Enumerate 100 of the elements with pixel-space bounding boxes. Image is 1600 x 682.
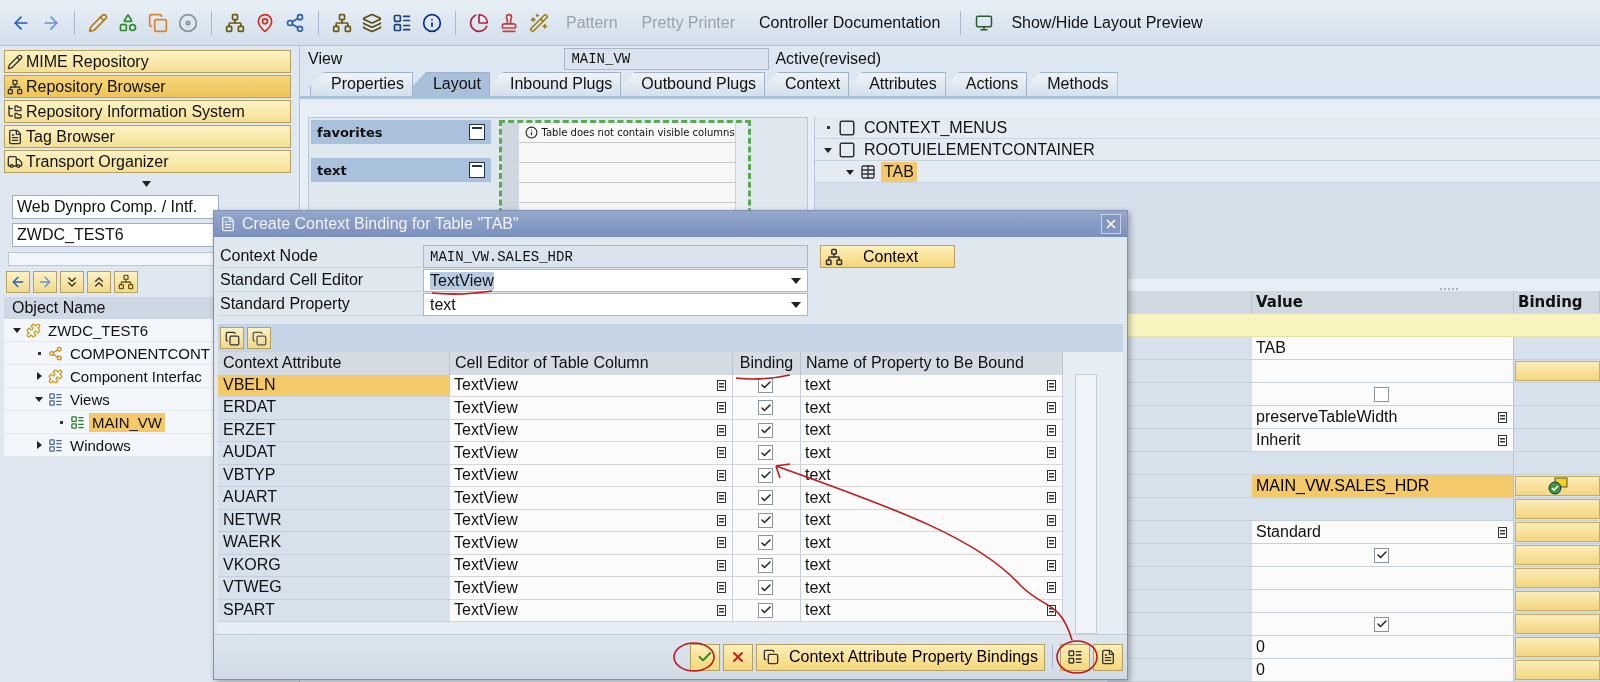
dropdown-icon[interactable]: [1498, 434, 1507, 446]
property-value-cell[interactable]: [1252, 452, 1514, 475]
tree-item[interactable]: Views: [67, 389, 113, 409]
dropdown-icon[interactable]: [717, 424, 726, 436]
dropdown-icon[interactable]: [1047, 582, 1056, 594]
tab[interactable]: Layout: [411, 72, 490, 96]
toolbar-button[interactable]: Show/Hide Layout Preview: [1003, 13, 1211, 32]
dropdown-icon[interactable]: [1047, 559, 1056, 571]
binding-checkbox[interactable]: [758, 400, 773, 416]
select-all-icon[interactable]: [220, 327, 244, 349]
binding-checkbox[interactable]: [758, 602, 773, 618]
property-value-cell[interactable]: [1252, 498, 1514, 521]
editor-dropdown[interactable]: TextView: [450, 554, 733, 577]
toolbar-button[interactable]: Controller Documentation: [750, 13, 949, 32]
property-dropdown[interactable]: text: [801, 532, 1063, 555]
property-dropdown[interactable]: text: [801, 397, 1063, 420]
dropdown-icon[interactable]: [1047, 492, 1056, 504]
property-value-cell[interactable]: [1252, 567, 1514, 590]
tree-item[interactable]: MAIN_VW: [89, 412, 165, 432]
pencil-icon[interactable]: [87, 11, 109, 34]
editor-dropdown[interactable]: TextView: [450, 374, 733, 397]
property-value-cell[interactable]: 0: [1252, 659, 1514, 682]
dropdown-icon[interactable]: [1047, 379, 1056, 391]
dropdown-icon[interactable]: [1047, 514, 1056, 526]
attribute-cell[interactable]: VBTYP: [218, 464, 450, 487]
hierarchy-icon[interactable]: [224, 11, 246, 34]
dropdown-icon[interactable]: [1047, 447, 1056, 459]
attribute-cell[interactable]: ERZET: [218, 419, 450, 442]
dropdown-icon[interactable]: [1047, 604, 1056, 616]
expand-all-icon[interactable]: [60, 271, 84, 293]
attribute-cell[interactable]: ERDAT: [218, 397, 450, 420]
property-value-cell[interactable]: [1252, 613, 1514, 636]
collapse-icon[interactable]: [469, 124, 485, 140]
expanded-caret-icon[interactable]: [34, 395, 44, 403]
dropdown-icon[interactable]: [717, 402, 726, 414]
dropdown-icon[interactable]: [717, 582, 726, 594]
tab[interactable]: Properties: [310, 72, 413, 96]
collapse-icon[interactable]: [469, 162, 485, 178]
property-dropdown[interactable]: text: [801, 599, 1063, 622]
property-value-cell[interactable]: [1252, 360, 1514, 383]
nav-button[interactable]: Transport Organizer: [4, 150, 291, 173]
tab[interactable]: Methods: [1026, 72, 1118, 96]
binding-checkbox[interactable]: [758, 445, 773, 461]
binding-checkbox[interactable]: [758, 490, 773, 506]
nav-button[interactable]: Tag Browser: [4, 125, 291, 148]
binding-checkbox[interactable]: [758, 535, 773, 551]
property-value-cell[interactable]: [1252, 383, 1514, 406]
dropdown-icon[interactable]: [717, 537, 726, 549]
dropdown-icon[interactable]: [717, 604, 726, 616]
collapsed-caret-icon[interactable]: [34, 441, 44, 449]
editor-dropdown[interactable]: TextView: [450, 464, 733, 487]
binding-checkbox[interactable]: [758, 467, 773, 483]
property-value-cell[interactable]: MAIN_VW.SALES_HDR: [1252, 475, 1514, 498]
binding-checkbox[interactable]: [758, 580, 773, 596]
editor-dropdown[interactable]: TextView: [450, 487, 733, 510]
readonly-field[interactable]: MAIN_VW.SALES_HDR: [423, 245, 808, 268]
wand-icon[interactable]: [528, 11, 550, 34]
splitter-handle[interactable]: [1440, 288, 1460, 291]
editor-dropdown[interactable]: TextView: [450, 397, 733, 420]
dropdown-icon[interactable]: [717, 447, 726, 459]
checkbox[interactable]: [1374, 386, 1389, 402]
attribute-cell[interactable]: AUART: [218, 487, 450, 510]
expanded-caret-icon[interactable]: [12, 326, 22, 334]
property-value-cell[interactable]: [1252, 590, 1514, 613]
property-value-cell[interactable]: preserveTableWidth: [1252, 406, 1514, 429]
binding-checkbox[interactable]: [758, 512, 773, 528]
expand-caret-icon[interactable]: [142, 181, 151, 187]
attribute-cell[interactable]: VKORG: [218, 554, 450, 577]
editor-dropdown[interactable]: TextView: [450, 599, 733, 622]
property-dropdown[interactable]: text: [801, 374, 1063, 397]
dropdown-field[interactable]: TextView: [423, 269, 808, 292]
expanded-caret-icon[interactable]: [845, 167, 855, 176]
bindings-button[interactable]: Context Attribute Property Bindings: [755, 643, 1045, 671]
dropdown-field[interactable]: text: [423, 293, 808, 316]
info-icon[interactable]: [421, 11, 443, 34]
attribute-cell[interactable]: AUDAT: [218, 442, 450, 465]
tab[interactable]: Outbound Plugs: [620, 72, 766, 96]
property-value-cell[interactable]: 0: [1252, 636, 1514, 659]
editor-dropdown[interactable]: TextView: [450, 577, 733, 600]
property-value-cell[interactable]: [1252, 544, 1514, 567]
editor-dropdown[interactable]: TextView: [450, 442, 733, 465]
dropdown-icon[interactable]: [717, 492, 726, 504]
property-dropdown[interactable]: text: [801, 509, 1063, 532]
deselect-all-icon[interactable]: [247, 327, 271, 349]
property-dropdown[interactable]: text: [801, 554, 1063, 577]
object-type-dropdown[interactable]: Web Dynpro Comp. / Intf.: [12, 195, 219, 219]
dropdown-icon[interactable]: [717, 559, 726, 571]
dropdown-icon[interactable]: [717, 514, 726, 526]
dropdown-icon[interactable]: [1047, 424, 1056, 436]
attribute-cell[interactable]: NETWR: [218, 509, 450, 532]
dropdown-icon[interactable]: [1498, 526, 1507, 538]
hierarchy-icon[interactable]: [114, 271, 138, 293]
document-button[interactable]: [1093, 643, 1123, 671]
tab[interactable]: Attributes: [848, 72, 946, 96]
cancel-button[interactable]: [722, 643, 753, 671]
checkbox[interactable]: [1374, 616, 1389, 632]
property-value-cell[interactable]: Inherit: [1252, 429, 1514, 452]
attribute-cell[interactable]: SPART: [218, 599, 450, 622]
property-value-cell[interactable]: TAB: [1252, 337, 1514, 360]
property-dropdown[interactable]: text: [801, 419, 1063, 442]
